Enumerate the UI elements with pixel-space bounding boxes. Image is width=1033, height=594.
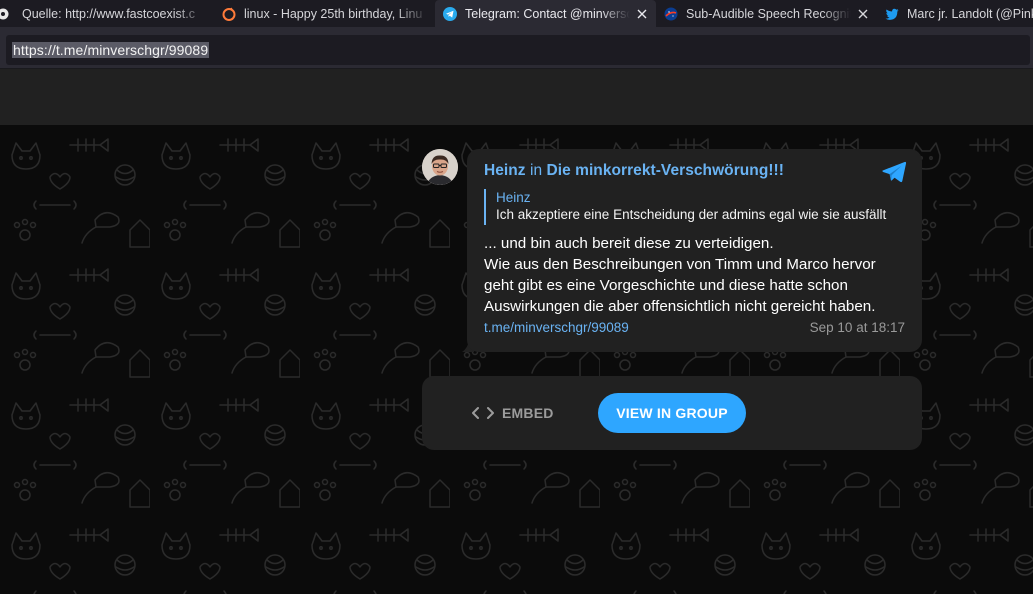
reply-text: Ich akzeptiere eine Entscheidung der adm…: [496, 207, 887, 222]
url-text[interactable]: https://t.me/minverschgr/99089: [12, 42, 210, 58]
telegram-favicon-icon: [443, 6, 457, 21]
message-header: Heinz in Die minkorrekt-Verschwörung!!!: [484, 161, 905, 181]
message-line: Wie aus den Beschreibungen von Timm und …: [484, 256, 876, 273]
tab-telegram[interactable]: Telegram: Contact @minverschgr: [435, 0, 656, 27]
reply-author: Heinz: [496, 190, 531, 205]
tab-nasa[interactable]: Sub-Audible Speech Recognition: [656, 0, 877, 27]
tab-strip: Quelle: http://www.fastcoexist.c linux -…: [0, 0, 1033, 27]
tab-linux[interactable]: linux - Happy 25th birthday, Linu: [214, 0, 435, 27]
message-line: ... und bin auch bereit diese zu verteid…: [484, 235, 774, 252]
tab-twitter[interactable]: Marc jr. Landolt (@Pinkeye: [877, 0, 1033, 27]
gear-favicon-icon: [0, 7, 14, 21]
navigation-bar: https://t.me/minverschgr/99089: [0, 27, 1033, 69]
message-author[interactable]: Heinz: [484, 162, 526, 179]
message-line: geht gibt es eine Vorgeschichte und dies…: [484, 277, 848, 294]
tab-title: linux - Happy 25th birthday, Linu: [244, 6, 423, 21]
close-icon[interactable]: [634, 6, 650, 22]
tab-title: Telegram: Contact @minverschgr: [465, 6, 630, 21]
message-link[interactable]: t.me/minverschgr/99089: [484, 320, 629, 335]
avatar[interactable]: [422, 149, 458, 185]
nasa-favicon-icon: [664, 7, 678, 21]
url-field[interactable]: https://t.me/minverschgr/99089: [6, 35, 1030, 65]
message-time: Sep 10 at 18:17: [809, 320, 905, 335]
twitter-favicon-icon: [885, 7, 899, 21]
view-in-group-button[interactable]: VIEW IN GROUP: [598, 393, 746, 433]
page-header: [0, 69, 1033, 125]
action-panel: EMBED VIEW IN GROUP: [422, 376, 922, 450]
orange-favicon-icon: [222, 7, 236, 21]
close-icon[interactable]: [855, 6, 871, 22]
tab-quelle[interactable]: Quelle: http://www.fastcoexist.c: [0, 0, 214, 27]
embed-label: EMBED: [502, 405, 554, 421]
message-bubble: Heinz in Die minkorrekt-Verschwörung!!! …: [467, 149, 922, 352]
message-in-word: in: [529, 162, 543, 179]
telegram-icon[interactable]: [881, 161, 907, 183]
code-icon: [472, 407, 494, 419]
tab-title: Sub-Audible Speech Recognition: [686, 6, 851, 21]
message-group[interactable]: Die minkorrekt-Verschwörung!!!: [546, 162, 784, 179]
message-footer: t.me/minverschgr/99089 Sep 10 at 18:17: [484, 320, 905, 340]
tab-title: Quelle: http://www.fastcoexist.c: [22, 6, 195, 21]
message-text: ... und bin auch bereit diese zu verteid…: [484, 233, 905, 317]
message-line: Auswirkungen die aber offensichtlich nic…: [484, 298, 876, 315]
tab-title: Marc jr. Landolt (@Pinkeye: [907, 6, 1033, 21]
reply-quote[interactable]: Heinz Ich akzeptiere eine Entscheidung d…: [484, 189, 905, 225]
embed-button[interactable]: EMBED: [472, 400, 554, 426]
